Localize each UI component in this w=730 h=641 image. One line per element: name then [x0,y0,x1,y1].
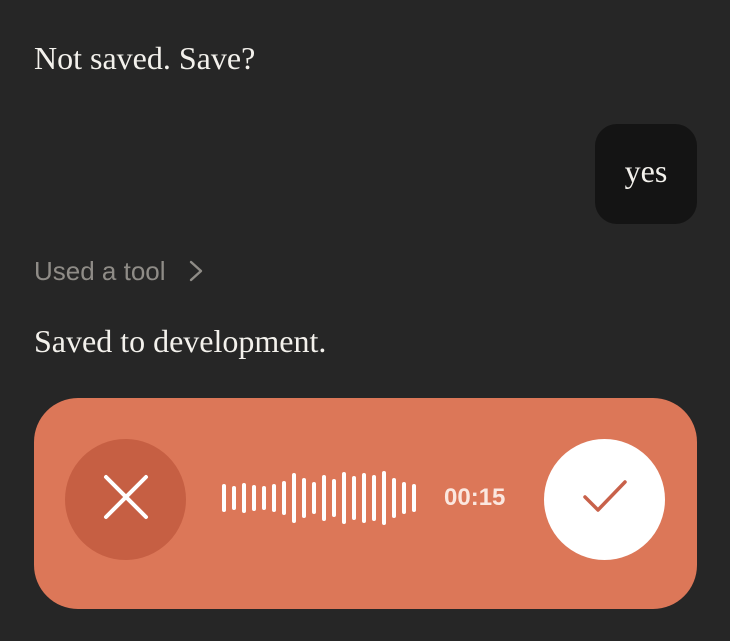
waveform-bar [262,486,266,510]
confirm-recording-button[interactable] [544,439,665,560]
assistant-message: Not saved. Save? [34,40,256,76]
waveform-bar [292,473,296,523]
audio-waveform [222,468,416,528]
user-message-bubble: yes [595,124,697,224]
user-message-text: yes [624,153,668,189]
used-a-tool-toggle[interactable]: Used a tool [34,254,204,288]
waveform-bar [222,484,226,512]
chevron-right-icon [188,259,204,283]
waveform-bar [312,482,316,514]
waveform-bar [392,478,396,518]
waveform-bar [282,481,286,515]
waveform-bar [372,475,376,521]
waveform-bar [272,484,276,512]
waveform-bar [232,486,236,510]
waveform-bar [242,483,246,513]
waveform-bar [302,478,306,518]
cancel-recording-button[interactable] [65,439,186,560]
waveform-bar [352,476,356,520]
waveform-bar [342,472,346,524]
close-icon [100,471,152,528]
waveform-bar [402,482,406,514]
waveform-bar [412,484,416,512]
assistant-message: Saved to development. [34,323,327,359]
waveform-bar [362,473,366,523]
voice-recorder-bar: 00:15 [34,398,697,609]
waveform-bar [332,479,336,517]
used-a-tool-label: Used a tool [34,255,166,286]
checkmark-icon [580,477,630,522]
waveform-bar [322,475,326,521]
recording-timer: 00:15 [444,484,506,511]
waveform-bar [252,485,256,511]
waveform-bar [382,471,386,525]
